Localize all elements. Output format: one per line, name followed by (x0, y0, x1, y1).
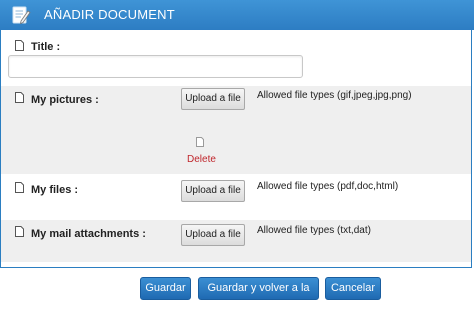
file-icon (15, 182, 24, 193)
file-icon (15, 40, 24, 51)
page-title: AÑADIR DOCUMENT (44, 7, 175, 22)
pictures-allowed-types: Allowed file types (gif,jpeg,jpg,png) (257, 90, 412, 101)
save-and-back-button[interactable]: Guardar y volver a la lista (198, 277, 319, 315)
pictures-label: My pictures : (31, 94, 99, 106)
save-button[interactable]: Guardar (140, 277, 191, 300)
upload-pictures-button[interactable]: Upload a file (181, 88, 245, 110)
files-label: My files : (31, 184, 79, 196)
panel-header: AÑADIR DOCUMENT (0, 0, 474, 30)
mail-label: My mail attachments : (31, 228, 146, 240)
document-edit-icon (12, 6, 31, 25)
files-allowed-types: Allowed file types (pdf,doc,html) (257, 181, 399, 192)
title-label: Title : (31, 41, 61, 53)
delete-link[interactable]: Delete (187, 154, 216, 165)
upload-files-button[interactable]: Upload a file (181, 180, 245, 202)
file-icon (15, 226, 24, 237)
image-thumbnail-icon (196, 137, 204, 147)
upload-mail-button[interactable]: Upload a file (181, 224, 245, 246)
mail-allowed-types: Allowed file types (txt,dat) (257, 225, 371, 236)
file-icon (15, 92, 24, 103)
title-input[interactable] (8, 55, 303, 78)
cancel-button[interactable]: Cancelar (325, 277, 381, 300)
